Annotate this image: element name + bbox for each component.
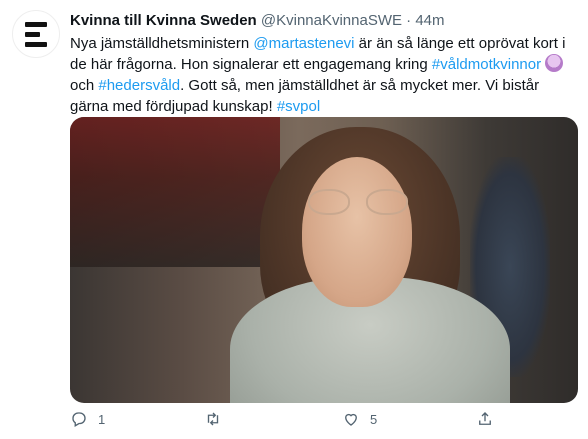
hashtag-link[interactable]: #våldmotkvinnor: [432, 56, 541, 73]
share-button[interactable]: [476, 410, 494, 428]
woman-emoji-icon: [545, 54, 564, 72]
tweet-photo[interactable]: [70, 117, 578, 403]
author-name[interactable]: Kvinna till Kvinna Sweden: [70, 12, 257, 29]
reply-button[interactable]: 1: [70, 410, 105, 428]
tweet[interactable]: Kvinna till Kvinna Sweden @KvinnaKvinnaS…: [0, 0, 588, 439]
mention-link[interactable]: @martastenevi: [253, 35, 354, 52]
author-handle[interactable]: @KvinnaKvinnaSWE: [261, 12, 402, 29]
share-icon: [479, 412, 491, 425]
text-part: och: [70, 77, 99, 94]
tweet-actions: 1 5: [70, 408, 578, 436]
retweet-button[interactable]: [204, 410, 232, 428]
hashtag-link[interactable]: #hedersvåld: [98, 77, 180, 94]
logo-bar: [25, 31, 40, 37]
logo-bar: [25, 21, 47, 27]
tweet-header: Kvinna till Kvinna Sweden @KvinnaKvinnaS…: [70, 11, 445, 31]
reply-icon: [72, 412, 86, 427]
photo-face: [302, 157, 412, 307]
text-part: Nya jämställdhetsministern: [70, 35, 254, 52]
separator-dot: ·: [406, 12, 412, 29]
photo-background: [70, 117, 280, 267]
like-count: 5: [370, 411, 378, 427]
logo-bar: [25, 41, 47, 47]
hashtag-link[interactable]: #svpol: [277, 98, 320, 115]
photo-glasses: [308, 189, 408, 217]
like-icon: [345, 413, 357, 426]
avatar[interactable]: [12, 10, 60, 58]
retweet-icon: [207, 412, 219, 426]
timestamp[interactable]: 44m: [415, 12, 444, 29]
reply-count: 1: [98, 411, 106, 427]
like-button[interactable]: 5: [342, 410, 377, 428]
tweet-text: Nya jämställdhetsministern @martastenevi…: [70, 33, 580, 117]
